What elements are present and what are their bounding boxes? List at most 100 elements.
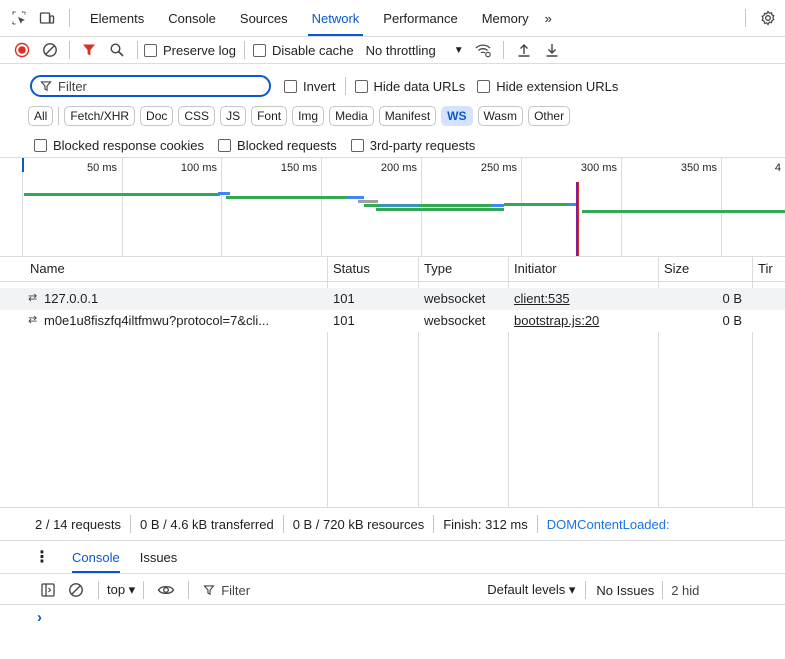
table-row[interactable]: ⇄ 127.0.0.1 101 websocket client:535 0 B: [0, 288, 785, 310]
device-toolbar-icon[interactable]: [36, 7, 58, 29]
devtools-tab-bar: Elements Console Sources Network Perform…: [0, 0, 785, 36]
invert-label: Invert: [303, 78, 336, 94]
invert-checkbox[interactable]: [284, 79, 297, 93]
tab-memory[interactable]: Memory: [470, 0, 541, 36]
filter-input[interactable]: Filter: [30, 75, 271, 97]
filter-funnel-small-icon: [40, 81, 52, 92]
clear-icon[interactable]: [39, 39, 61, 61]
waterfall-bar: [582, 210, 785, 213]
drawer-tab-console[interactable]: Console: [64, 541, 128, 573]
chip-ws[interactable]: WS: [441, 106, 473, 126]
chip-fetch-xhr[interactable]: Fetch/XHR: [64, 106, 136, 126]
tick-label: 50 ms: [87, 162, 117, 174]
drawer-tab-issues[interactable]: Issues: [128, 541, 190, 573]
request-type: websocket: [424, 313, 486, 328]
request-size: 0 B: [722, 291, 742, 306]
blocked-requests-checkbox[interactable]: [218, 138, 232, 152]
waterfall-bar: [348, 196, 364, 199]
preserve-log-checkbox[interactable]: [144, 43, 157, 57]
request-name[interactable]: m0e1u8fiszfq4iltfmwu?protocol=7&cli...: [44, 310, 326, 332]
network-conditions-icon[interactable]: [472, 39, 494, 61]
console-filter-icon: [203, 585, 215, 596]
tab-network[interactable]: Network: [300, 0, 372, 36]
throttling-select[interactable]: No throttling: [366, 43, 436, 58]
request-initiator-link[interactable]: client:535: [514, 288, 654, 310]
filter-funnel-icon[interactable]: [78, 39, 100, 61]
column-header-type[interactable]: Type: [418, 257, 452, 281]
resources-size: 0 B / 720 kB resources: [292, 516, 425, 532]
request-name[interactable]: 127.0.0.1: [44, 288, 326, 310]
tick-label: 4: [774, 162, 781, 174]
column-header-size[interactable]: Size: [658, 257, 689, 281]
resource-type-filters: All Fetch/XHR Doc CSS JS Font Img Media …: [0, 104, 785, 128]
search-icon[interactable]: [106, 39, 128, 61]
chip-doc[interactable]: Doc: [140, 106, 174, 126]
column-header-initiator[interactable]: Initiator: [508, 257, 557, 281]
chip-other[interactable]: Other: [528, 106, 571, 126]
hide-extension-urls-checkbox[interactable]: [477, 79, 491, 93]
timeline-overview[interactable]: 50 ms 100 ms 150 ms 200 ms 250 ms 300 ms…: [0, 158, 785, 256]
waterfall-bar: [358, 200, 378, 203]
console-prompt-icon[interactable]: ›: [37, 609, 42, 626]
tab-elements[interactable]: Elements: [78, 0, 156, 36]
tab-sources[interactable]: Sources: [228, 0, 300, 36]
import-har-icon[interactable]: [513, 39, 535, 61]
filter-row: Filter Invert Hide data URLs Hide extens…: [0, 73, 785, 99]
export-har-icon[interactable]: [541, 39, 563, 61]
inspect-element-icon[interactable]: [8, 7, 30, 29]
tick-label: 150 ms: [280, 162, 317, 174]
tab-performance[interactable]: Performance: [371, 0, 469, 36]
chip-all[interactable]: All: [28, 106, 54, 126]
record-button[interactable]: [11, 39, 33, 61]
tick-label: 100 ms: [180, 162, 217, 174]
live-expression-eye-icon[interactable]: [155, 579, 177, 601]
throttling-dropdown-arrow-icon[interactable]: ▼: [454, 45, 464, 56]
network-toolbar: Preserve log Disable cache No throttling…: [0, 37, 785, 63]
timeline-selection-handle[interactable]: [22, 158, 24, 172]
websocket-icon: ⇄: [28, 292, 38, 304]
column-header-time[interactable]: Tir: [752, 257, 773, 281]
chip-css[interactable]: CSS: [178, 106, 216, 126]
blocked-cookies-checkbox[interactable]: [34, 138, 47, 152]
request-initiator-link[interactable]: bootstrap.js:20: [514, 310, 654, 332]
drawer-menu-icon[interactable]: ⋮: [34, 547, 50, 567]
column-header-name[interactable]: Name: [24, 257, 65, 281]
preserve-log-label: Preserve log: [163, 42, 236, 58]
console-filter-placeholder: Filter: [221, 582, 251, 598]
sidebar-toggle-icon[interactable]: [37, 579, 59, 601]
tab-console[interactable]: Console: [156, 0, 228, 36]
waterfall-bar: [504, 203, 570, 206]
tick-label: 200 ms: [380, 162, 417, 174]
waterfall-bar: [226, 196, 348, 199]
request-size: 0 B: [722, 313, 742, 328]
third-party-checkbox[interactable]: [350, 138, 364, 152]
chip-img[interactable]: Img: [292, 106, 325, 126]
table-row[interactable]: ⇄ m0e1u8fiszfq4iltfmwu?protocol=7&cli...…: [0, 310, 785, 332]
issues-count[interactable]: No Issues: [596, 583, 654, 598]
request-count: 2 / 14 requests: [35, 516, 121, 532]
chip-manifest[interactable]: Manifest: [378, 106, 437, 126]
hide-data-urls-checkbox[interactable]: [354, 79, 368, 93]
console-filter-input[interactable]: Filter: [197, 579, 487, 601]
disable-cache-checkbox[interactable]: [252, 43, 266, 57]
hidden-messages-count: 2 hid: [671, 582, 700, 598]
finish-time: Finish: 312 ms: [443, 516, 528, 532]
load-event-marker: [578, 182, 579, 256]
context-selector[interactable]: top ▾: [107, 582, 135, 598]
clear-console-icon[interactable]: [65, 579, 87, 601]
waterfall-bar: [24, 193, 220, 196]
chip-media[interactable]: Media: [329, 106, 374, 126]
column-header-status[interactable]: Status: [327, 257, 370, 281]
chip-wasm[interactable]: Wasm: [477, 106, 524, 126]
request-status: 101: [333, 313, 355, 328]
chip-font[interactable]: Font: [251, 106, 288, 126]
more-tabs-button[interactable]: »: [541, 0, 556, 36]
chip-js[interactable]: JS: [220, 106, 247, 126]
network-status-bar: 2 / 14 requests 0 B / 4.6 kB transferred…: [0, 512, 785, 536]
websocket-icon: ⇄: [28, 314, 38, 326]
tick-label: 250 ms: [480, 162, 517, 174]
waterfall-bar: [218, 192, 230, 195]
log-levels-select[interactable]: Default levels ▾: [487, 582, 575, 598]
hide-extension-urls-label: Hide extension URLs: [496, 78, 619, 94]
settings-gear-icon[interactable]: [757, 7, 779, 29]
